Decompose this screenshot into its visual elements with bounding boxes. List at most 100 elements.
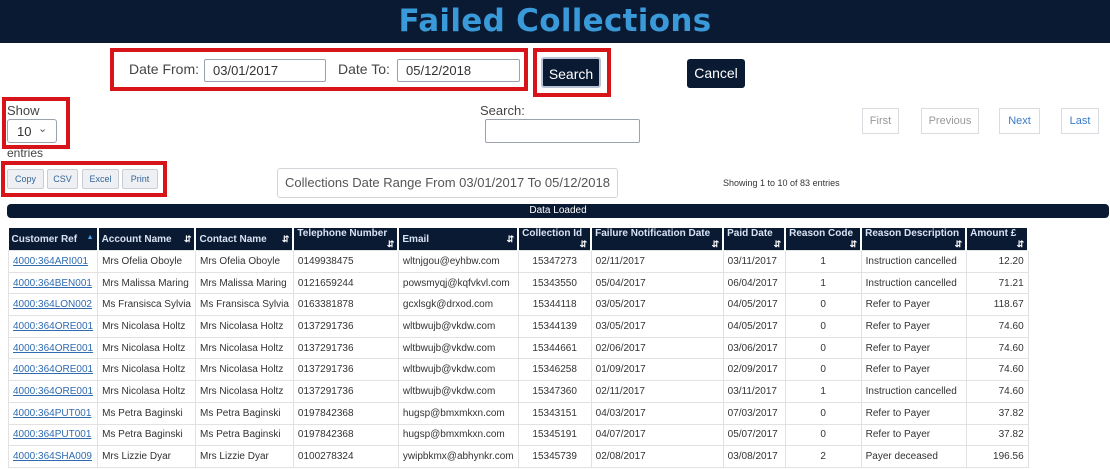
pagination-previous[interactable]: Previous: [921, 108, 979, 134]
csv-button[interactable]: CSV: [47, 169, 78, 189]
print-button[interactable]: Print: [122, 169, 158, 189]
paid-date-cell: 03/08/2017: [727, 451, 778, 463]
column-header[interactable]: Account Name ⇵: [97, 228, 197, 251]
column-header-label: Reason Code: [789, 228, 854, 239]
table-cell: 4000:364ORE001: [7, 336, 99, 360]
table-cell: 0137291736: [292, 380, 399, 403]
table-cell: 02/11/2017: [590, 250, 724, 273]
column-header[interactable]: Contact Name ⇵: [195, 228, 295, 251]
email-cell: hugsp@bmxmkxn.com: [402, 429, 505, 441]
table-cell: 15343550: [517, 271, 592, 295]
sort-icon: ⇵: [849, 239, 858, 249]
table-cell: Ms Fransisca Sylvia: [97, 293, 196, 317]
table-cell: 04/03/2017: [590, 401, 724, 425]
table-cell: 1: [784, 380, 862, 403]
customer-ref-link[interactable]: 4000:364ORE001: [13, 364, 93, 375]
pagination-first[interactable]: First: [862, 108, 899, 134]
date-to-input[interactable]: [397, 59, 520, 82]
date-from-input[interactable]: [204, 59, 326, 82]
table-cell: Mrs Malissa Maring: [97, 271, 196, 295]
table-cell: Refer to Payer: [860, 358, 967, 382]
table-row: 4000:364LON002 Ms Fransisca Sylvia Ms Fran…: [7, 293, 1029, 317]
failure-date-cell: 03/05/2017: [595, 320, 646, 332]
customer-ref-link[interactable]: 4000:364ORE001: [13, 386, 93, 397]
table-cell: Mrs Nicolasa Holtz: [97, 315, 196, 338]
table-cell: Instruction cancelled: [860, 250, 967, 273]
table-row: 4000:364ORE001 Mrs Nicolasa Holtz Mrs Nico…: [7, 315, 1029, 338]
table-cell: Mrs Ofelia Oboyle: [97, 250, 196, 273]
column-header[interactable]: Failure Notification Date ⇵: [591, 228, 725, 251]
pagination-next[interactable]: Next: [999, 108, 1040, 134]
table-cell: 03/11/2017: [722, 250, 786, 273]
sort-icon: ⇵: [579, 239, 588, 249]
sort-asc-icon: ▲: [86, 233, 94, 241]
column-header[interactable]: Reason Description ⇵: [861, 228, 968, 251]
telephone-cell: 0121659244: [297, 277, 354, 289]
table-cell: 1: [784, 271, 862, 295]
telephone-cell: 0137291736: [297, 342, 354, 354]
account-name-cell: Mrs Nicolasa Holtz: [102, 342, 186, 354]
table-cell: Refer to Payer: [860, 401, 967, 425]
column-header[interactable]: Telephone Number ⇵: [293, 228, 400, 251]
table-row: 4000:364PUT001 Ms Petra Baginski Ms Petra …: [7, 423, 1029, 447]
table-cell: 0137291736: [292, 358, 399, 382]
table-cell: ywipbkmx@abhynkr.com: [397, 445, 519, 468]
contact-name-cell: Mrs Malissa Maring: [199, 277, 287, 289]
paid-date-cell: 02/09/2017: [727, 364, 778, 376]
collection-id-cell: 15347273: [532, 255, 577, 267]
table-cell: 0: [784, 336, 862, 360]
entries-select[interactable]: 10 ⌄: [7, 119, 57, 143]
customer-ref-link[interactable]: 4000:364PUT001: [13, 429, 91, 440]
column-header-label: Account Name: [101, 233, 172, 245]
customer-ref-link[interactable]: 4000:364LON002: [13, 299, 92, 310]
customer-ref-link[interactable]: 4000:364ARI001: [13, 256, 88, 267]
column-header-label: Customer Ref: [11, 233, 78, 245]
search-button[interactable]: Search: [541, 57, 601, 88]
customer-ref-link[interactable]: 4000:364BEN001: [13, 278, 92, 289]
account-name-cell: Mrs Ofelia Oboyle: [102, 255, 183, 267]
paid-date-cell: 05/07/2017: [727, 429, 778, 441]
table-cell: 4000:364ORE001: [7, 358, 99, 382]
table-cell: 15345191: [517, 423, 592, 447]
failure-date-cell: 02/08/2017: [595, 451, 646, 463]
search-input[interactable]: [485, 119, 640, 143]
table-row: 4000:364BEN001 Mrs Malissa Maring Mrs Mali…: [7, 271, 1029, 295]
column-header[interactable]: Collection Id ⇵: [518, 228, 593, 251]
table-cell: 2: [784, 445, 862, 468]
table-cell: wltbwujb@vkdw.com: [397, 358, 519, 382]
failure-date-cell: 04/03/2017: [595, 407, 646, 419]
table-row: 4000:364PUT001 Ms Petra Baginski Ms Petra …: [7, 401, 1029, 425]
customer-ref-link[interactable]: 4000:364ORE001: [13, 321, 93, 332]
cancel-button[interactable]: Cancel: [687, 59, 745, 88]
column-header[interactable]: Reason Code ⇵: [785, 228, 863, 251]
paid-date-cell: 03/11/2017: [727, 385, 777, 397]
account-name-cell: Mrs Nicolasa Holtz: [102, 385, 186, 397]
telephone-cell: 0137291736: [297, 364, 354, 376]
table-cell: 0: [784, 401, 862, 425]
table-cell: Refer to Payer: [860, 315, 967, 338]
table-cell: 4000:364LON002: [7, 293, 99, 317]
collection-id-cell: 15343151: [532, 407, 577, 419]
chevron-down-icon: ⌄: [38, 123, 48, 135]
email-cell: wltbwujb@vkdw.com: [402, 320, 496, 332]
column-header[interactable]: Amount £ ⇵: [966, 228, 1030, 251]
copy-button[interactable]: Copy: [7, 169, 44, 189]
customer-ref-link[interactable]: 4000:364PUT001: [13, 408, 91, 419]
column-header[interactable]: Email ⇵: [398, 228, 520, 251]
column-header[interactable]: Paid Date ⇵: [723, 228, 787, 251]
entries-label: entries: [7, 146, 44, 160]
customer-ref-link[interactable]: 4000:364ORE001: [13, 343, 93, 354]
page-header: Failed Collections: [0, 0, 1110, 43]
table-row: 4000:364ARI001 Mrs Ofelia Oboyle Mrs Ofeli…: [7, 250, 1029, 273]
customer-ref-link[interactable]: 4000:364SHA009: [13, 451, 92, 462]
amount-cell: 118.67: [993, 299, 1024, 311]
column-header-label: Contact Name: [199, 233, 267, 245]
table-cell: Mrs Nicolasa Holtz: [194, 336, 294, 360]
email-cell: ywipbkmx@abhynkr.com: [402, 451, 514, 463]
column-header[interactable]: Customer Ref ▲: [8, 228, 99, 251]
pagination-last[interactable]: Last: [1061, 108, 1099, 134]
excel-button[interactable]: Excel: [82, 169, 119, 189]
table-cell: 0137291736: [292, 315, 399, 338]
contact-name-cell: Mrs Lizzie Dyar: [199, 451, 269, 463]
reason-description-cell: Instruction cancelled: [865, 385, 957, 397]
